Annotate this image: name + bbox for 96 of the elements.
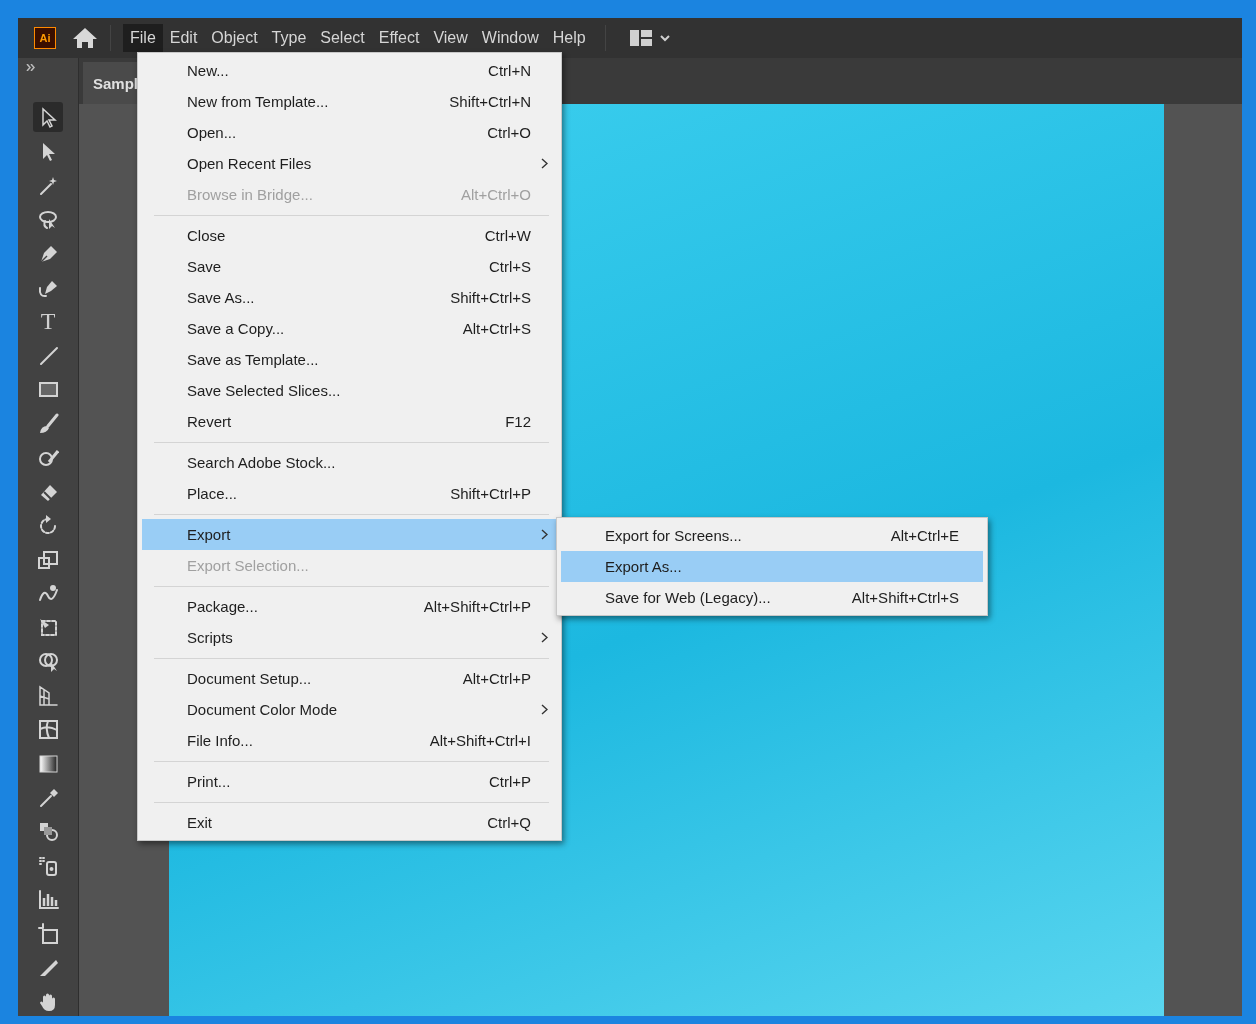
spray-can-icon[interactable] (37, 854, 59, 876)
menu-item-label: Package... (187, 598, 259, 615)
eyedropper-icon[interactable] (37, 786, 59, 808)
warp-icon[interactable] (37, 582, 59, 604)
shortcut-label: Alt+Ctrl+E (890, 527, 959, 544)
menu-item-label: Search Adobe Stock... (187, 454, 337, 471)
shortcut-label: Alt+Shift+Ctrl+S (851, 589, 959, 606)
rotate-icon[interactable] (37, 514, 59, 536)
menu-item[interactable]: Export for Screens... Alt+Ctrl+E (561, 520, 983, 551)
shortcut-label: Shift+Ctrl+N (449, 93, 531, 110)
menu-item[interactable]: Save Ctrl+S (142, 251, 557, 282)
menu-item-label: Revert (187, 413, 233, 430)
menu-item[interactable]: Open Recent Files (142, 148, 557, 179)
shape-builder-icon[interactable] (37, 650, 59, 672)
shortcut-label: Alt+Ctrl+P (462, 670, 531, 687)
menu-item[interactable]: Package... Alt+Shift+Ctrl+P (142, 591, 557, 622)
shortcut-label: Ctrl+O (487, 124, 531, 141)
shortcut-label: Ctrl+N (488, 62, 531, 79)
menu-item[interactable]: Document Color Mode (142, 694, 557, 725)
shortcut-label: Alt+Shift+Ctrl+P (423, 598, 531, 615)
menu-item-label: Browse in Bridge... (187, 186, 314, 203)
menu-bar-item[interactable]: Edit (162, 24, 205, 52)
perspective-grid-icon[interactable] (37, 684, 59, 706)
menu-item[interactable]: Export (142, 519, 557, 550)
menu-item[interactable]: Scripts (142, 622, 557, 653)
mesh-icon[interactable] (37, 718, 59, 740)
menu-bar-item[interactable]: Select (313, 24, 372, 52)
menu-item-label: Open... (187, 124, 238, 141)
menu-item-label: New... (187, 62, 230, 79)
shortcut-label: F12 (505, 413, 531, 430)
menu-bar-item[interactable]: Object (204, 24, 265, 52)
menu-item[interactable]: Print... Ctrl+P (142, 766, 557, 797)
menu-item[interactable]: Document Setup... Alt+Ctrl+P (142, 663, 557, 694)
scale-icon[interactable] (37, 548, 59, 570)
menu-item-label: Document Setup... (187, 670, 313, 687)
menu-item-label: Save As... (187, 289, 256, 306)
menu-bar-item[interactable]: Effect (371, 24, 427, 52)
brush-icon[interactable] (37, 412, 59, 434)
menu-item-label: Export Selection... (187, 557, 310, 574)
menu-item[interactable]: Save Selected Slices... (142, 375, 557, 406)
menu-item[interactable]: Revert F12 (142, 406, 557, 437)
menu-item-label: File Info... (187, 732, 254, 749)
menu-item-label: New from Template... (187, 93, 330, 110)
menu-item[interactable]: Save for Web (Legacy)... Alt+Shift+Ctrl+S (561, 582, 983, 613)
menu-item-label: Export (187, 526, 232, 543)
menu-bar-item[interactable]: File (123, 24, 163, 52)
gradient-icon[interactable] (37, 752, 59, 774)
shortcut-label: Alt+Ctrl+S (462, 320, 531, 337)
lasso-icon[interactable] (37, 208, 59, 230)
menu-item-label: Document Color Mode (187, 701, 339, 718)
shortcut-label: Ctrl+W (484, 227, 531, 244)
menu-item[interactable]: Search Adobe Stock... (142, 447, 557, 478)
blend-icon[interactable] (37, 820, 59, 842)
menu-item[interactable]: File Info... Alt+Shift+Ctrl+I (142, 725, 557, 756)
menu-item-label: Close (187, 227, 227, 244)
menu-bar-item[interactable]: View (426, 24, 475, 52)
menu-item[interactable]: Save As... Shift+Ctrl+S (142, 282, 557, 313)
menu-item-label: Save a Copy... (187, 320, 286, 337)
artboard-icon[interactable] (37, 922, 59, 944)
type-tool[interactable]: T (33, 306, 63, 336)
home-icon[interactable] (72, 27, 98, 49)
shortcut-label: Ctrl+S (488, 258, 531, 275)
menu-item[interactable]: Open... Ctrl+O (142, 117, 557, 148)
menu-item-label: Export As... (605, 558, 683, 575)
menu-item[interactable]: Close Ctrl+W (142, 220, 557, 251)
menu-item-label: Open Recent Files (187, 155, 313, 172)
shortcut-label: Alt+Ctrl+O (460, 186, 531, 203)
menu-item[interactable]: Place... Shift+Ctrl+P (142, 478, 557, 509)
workspace-layout-icon[interactable] (629, 30, 652, 46)
menu-item[interactable]: Exit Ctrl+Q (142, 807, 557, 838)
menu-item-label: Save (187, 258, 223, 275)
menu-item-label: Place... (187, 485, 239, 502)
menu-bar-item[interactable]: Window (474, 24, 546, 52)
menu-bar-item[interactable]: Help (545, 24, 593, 52)
double-chevron-icon[interactable] (26, 64, 36, 71)
chevron-down-icon[interactable] (659, 34, 670, 42)
menu-bar-item[interactable]: Type (264, 24, 314, 52)
menu-item-label: Export for Screens... (605, 527, 743, 544)
shortcut-label: Ctrl+P (488, 773, 531, 790)
menu-item-label: Scripts (187, 629, 234, 646)
free-transform-icon[interactable] (37, 616, 59, 638)
app-logo[interactable]: Ai (34, 27, 56, 49)
menu-item-label: Exit (187, 814, 213, 831)
menu-item[interactable]: Save a Copy... Alt+Ctrl+S (142, 313, 557, 344)
shortcut-label: Shift+Ctrl+S (450, 289, 531, 306)
shortcut-label: Shift+Ctrl+P (450, 485, 531, 502)
menu-item-label: Save for Web (Legacy)... (605, 589, 772, 606)
menu-item-label: Save as Template... (187, 351, 320, 368)
shortcut-label: Alt+Shift+Ctrl+I (429, 732, 531, 749)
shortcut-label: Ctrl+Q (487, 814, 531, 831)
menu-item[interactable]: Save as Template... (142, 344, 557, 375)
line-icon[interactable] (37, 344, 59, 366)
menu-item[interactable]: Export As... (561, 551, 983, 582)
menu-item-label: Print... (187, 773, 232, 790)
bar-graph-icon[interactable] (37, 888, 59, 910)
menu-item-label: Save Selected Slices... (187, 382, 342, 399)
